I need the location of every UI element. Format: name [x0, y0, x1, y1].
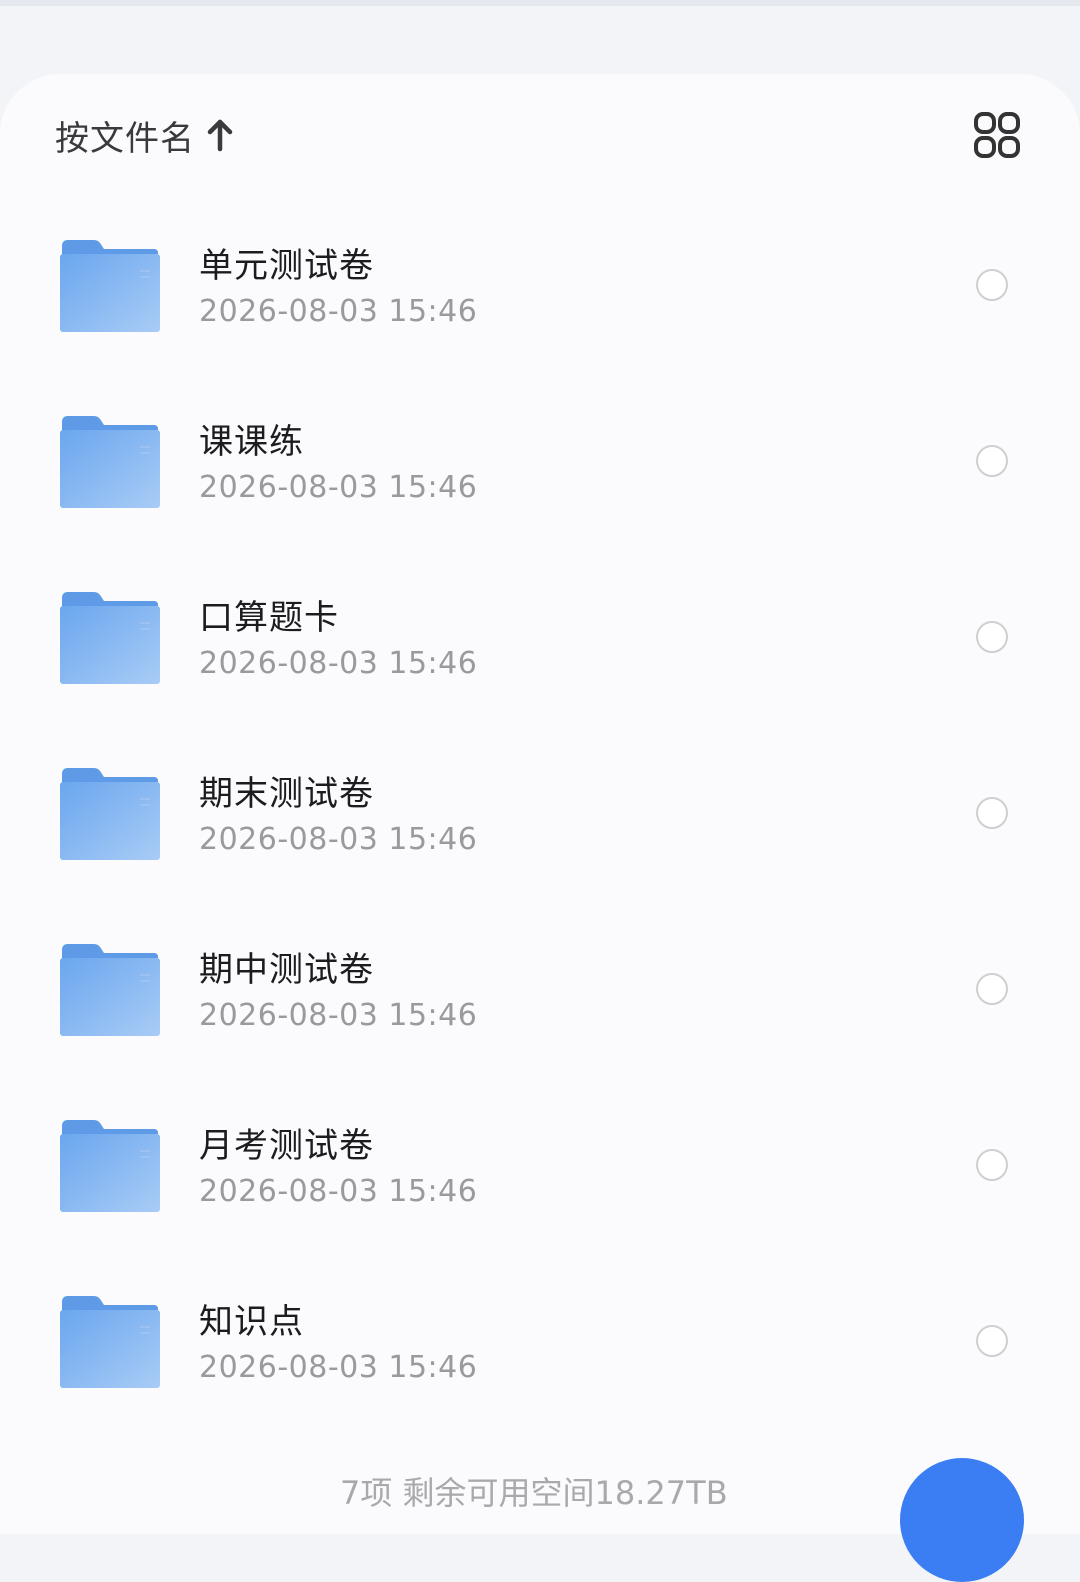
- select-radio[interactable]: [976, 1149, 1008, 1181]
- add-button[interactable]: [900, 1458, 1024, 1582]
- folder-icon: [60, 1296, 160, 1388]
- file-date: 2026-08-03 15:46: [199, 294, 478, 329]
- folder-icon: [60, 592, 160, 684]
- arrow-up-icon: [207, 119, 233, 152]
- file-date: 2026-08-03 15:46: [199, 1174, 478, 1209]
- sort-label: 按文件名: [55, 118, 195, 159]
- sort-by-name-button[interactable]: 按文件名: [55, 112, 235, 159]
- file-date: 2026-08-03 15:46: [199, 646, 478, 681]
- list-item[interactable]: 期末测试卷 2026-08-03 15:46: [0, 724, 1080, 900]
- file-name: 期末测试卷: [199, 774, 374, 814]
- list-item[interactable]: 期中测试卷 2026-08-03 15:46: [0, 900, 1080, 1076]
- storage-summary: 7项 剩余可用空间18.27TB: [340, 1474, 728, 1512]
- select-radio[interactable]: [976, 621, 1008, 653]
- folder-icon: [60, 768, 160, 860]
- file-date: 2026-08-03 15:46: [199, 1350, 478, 1385]
- list-item[interactable]: 知识点 2026-08-03 15:46: [0, 1252, 1080, 1428]
- folder-icon: [60, 944, 160, 1036]
- list-item[interactable]: 月考测试卷 2026-08-03 15:46: [0, 1076, 1080, 1252]
- list-item[interactable]: 单元测试卷 2026-08-03 15:46: [0, 196, 1080, 372]
- select-radio[interactable]: [976, 973, 1008, 1005]
- folder-icon: [60, 1120, 160, 1212]
- file-name: 知识点: [199, 1302, 304, 1342]
- grid-view-icon[interactable]: [972, 110, 1022, 160]
- file-name: 单元测试卷: [199, 246, 374, 286]
- select-radio[interactable]: [976, 1325, 1008, 1357]
- file-name: 课课练: [199, 422, 304, 462]
- file-date: 2026-08-03 15:46: [199, 822, 478, 857]
- select-radio[interactable]: [976, 797, 1008, 829]
- folder-icon: [60, 240, 160, 332]
- file-date: 2026-08-03 15:46: [199, 470, 478, 505]
- file-date: 2026-08-03 15:46: [199, 998, 478, 1033]
- folder-icon: [60, 416, 160, 508]
- list-item[interactable]: 口算题卡 2026-08-03 15:46: [0, 548, 1080, 724]
- select-radio[interactable]: [976, 445, 1008, 477]
- list-item[interactable]: 课课练 2026-08-03 15:46: [0, 372, 1080, 548]
- file-name: 期中测试卷: [199, 950, 374, 990]
- file-name: 口算题卡: [199, 598, 339, 638]
- status-bar-edge: [0, 0, 1080, 6]
- select-radio[interactable]: [976, 269, 1008, 301]
- file-name: 月考测试卷: [199, 1126, 374, 1166]
